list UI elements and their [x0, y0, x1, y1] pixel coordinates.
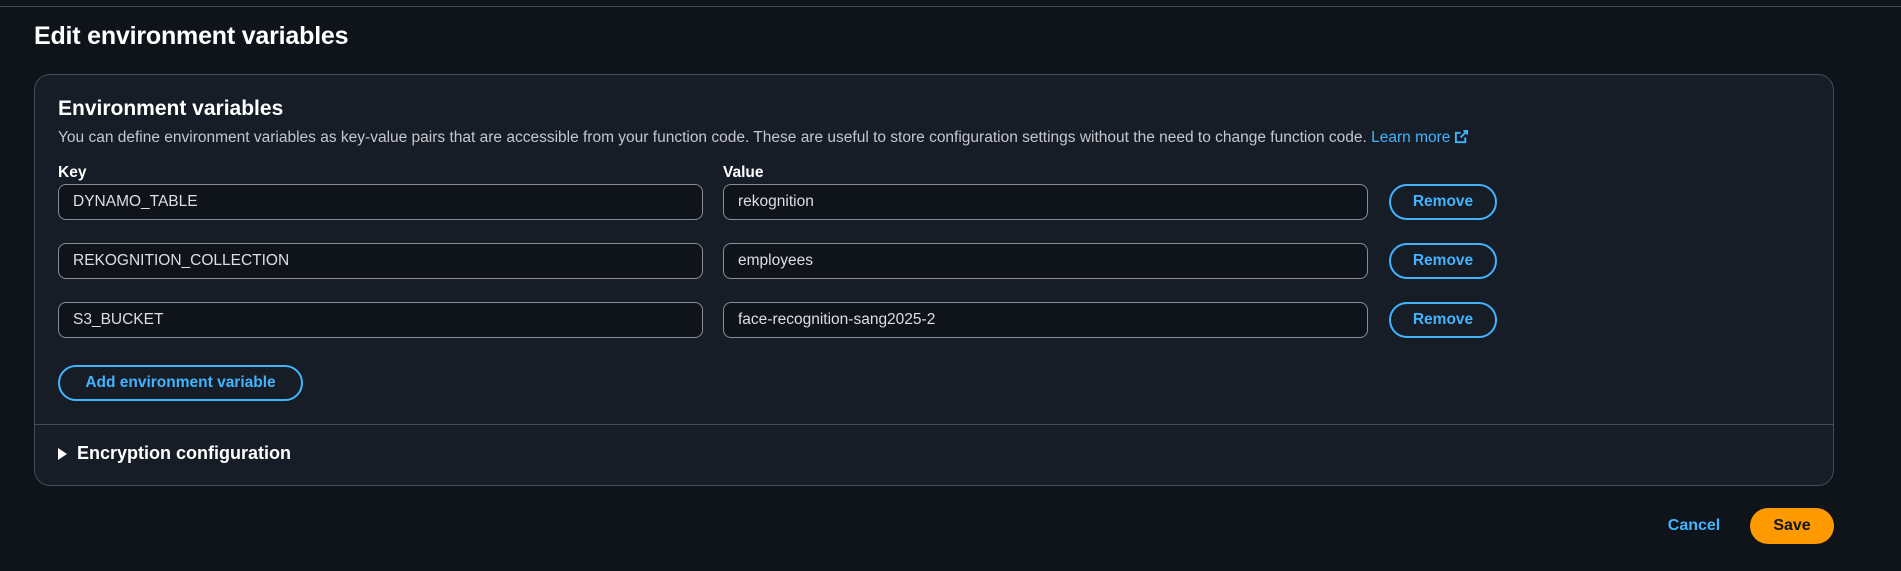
page-title: Edit environment variables	[34, 22, 349, 50]
remove-button-2[interactable]: Remove	[1389, 243, 1497, 279]
value-input-3[interactable]	[723, 302, 1368, 338]
external-link-icon	[1455, 129, 1469, 144]
encryption-configuration-label: Encryption configuration	[77, 443, 291, 463]
key-column-label: Key	[58, 164, 87, 181]
top-divider	[0, 6, 1901, 7]
value-input-1[interactable]	[723, 184, 1368, 220]
value-input-2[interactable]	[723, 243, 1368, 279]
environment-variables-panel: Environment variables You can define env…	[34, 74, 1834, 486]
learn-more-link[interactable]: Learn more	[1371, 129, 1469, 146]
encryption-configuration-expander[interactable]: Encryption configuration	[58, 443, 291, 464]
remove-button-1[interactable]: Remove	[1389, 184, 1497, 220]
key-input-1[interactable]	[58, 184, 703, 220]
key-input-3[interactable]	[58, 302, 703, 338]
remove-button-3[interactable]: Remove	[1389, 302, 1497, 338]
panel-divider	[35, 424, 1833, 425]
value-column-label: Value	[723, 164, 764, 181]
add-environment-variable-button[interactable]: Add environment variable	[58, 365, 303, 401]
key-input-2[interactable]	[58, 243, 703, 279]
description-text: You can define environment variables as …	[58, 129, 1367, 146]
save-button[interactable]: Save	[1750, 508, 1834, 544]
cancel-button[interactable]: Cancel	[1654, 508, 1734, 544]
caret-right-icon	[58, 447, 67, 460]
panel-title: Environment variables	[58, 97, 284, 120]
panel-description: You can define environment variables as …	[58, 129, 1469, 147]
learn-more-label: Learn more	[1371, 129, 1451, 146]
